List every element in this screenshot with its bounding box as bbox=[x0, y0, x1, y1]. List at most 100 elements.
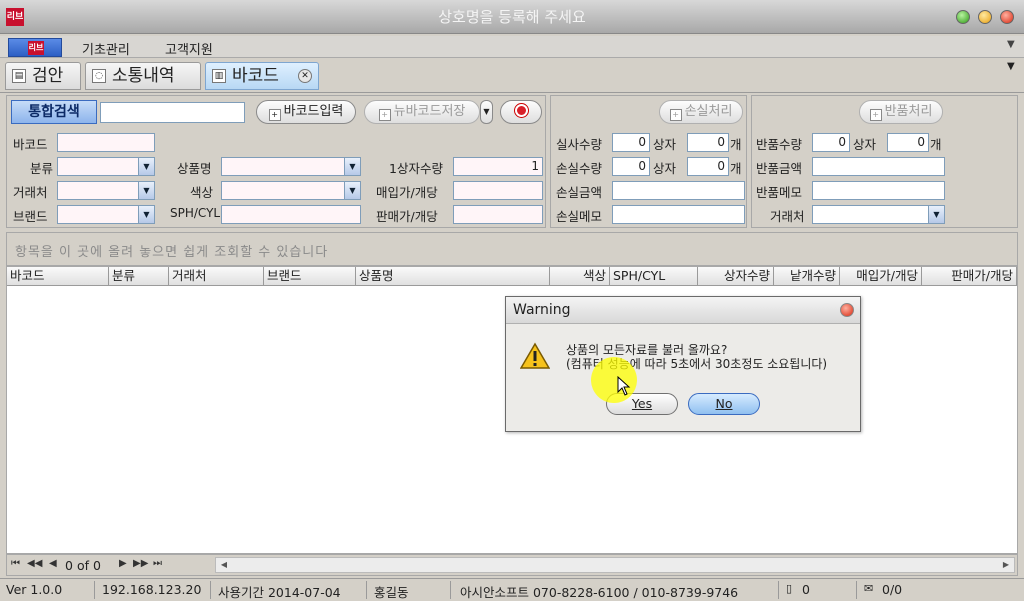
status-divider bbox=[366, 581, 367, 599]
return-qty-label: 반품수량 bbox=[756, 137, 803, 152]
column-header-sph-cyl[interactable]: SPH/CYL bbox=[610, 267, 698, 286]
page-current[interactable]: 0 bbox=[65, 558, 73, 573]
column-header-brand[interactable]: 브랜드 bbox=[264, 267, 356, 286]
brand-select[interactable]: ▼ bbox=[57, 205, 155, 224]
actual-box-field[interactable]: 0 bbox=[687, 133, 729, 152]
search-icon-button[interactable] bbox=[500, 100, 542, 124]
return-memo-field[interactable] bbox=[812, 181, 945, 200]
product-name-select[interactable]: ▼ bbox=[221, 157, 361, 176]
sale-price-field[interactable] bbox=[453, 205, 543, 224]
loss-amount-field[interactable] bbox=[612, 181, 745, 200]
loss-process-button[interactable]: + 손실처리 bbox=[659, 100, 743, 124]
sale-price-label: 판매가/개당 bbox=[376, 209, 438, 224]
tab-label: 바코드 bbox=[232, 66, 279, 86]
column-header-purchase-price[interactable]: 매입가/개당 bbox=[840, 267, 922, 286]
scroll-left-icon[interactable]: ◀ bbox=[217, 558, 231, 572]
menu-customer-support[interactable]: 고객지원 bbox=[165, 39, 213, 58]
menu-logo-button[interactable]: 리브 bbox=[8, 38, 62, 57]
warning-icon bbox=[520, 342, 550, 369]
warning-dialog: Warning 상품의 모든자료를 불러 올까요? (컴퓨터 성능에 따라 5초… bbox=[505, 296, 861, 432]
search-input[interactable] bbox=[100, 102, 245, 123]
column-header-product-name[interactable]: 상품명 bbox=[356, 267, 550, 286]
box-label: 상자 bbox=[853, 137, 877, 152]
color-select[interactable]: ▼ bbox=[221, 181, 361, 200]
column-header-category[interactable]: 분류 bbox=[109, 267, 169, 286]
maximize-button[interactable] bbox=[978, 10, 992, 24]
return-box-field[interactable]: 0 bbox=[887, 133, 929, 152]
add-icon: + bbox=[268, 109, 281, 121]
no-button[interactable]: No bbox=[688, 393, 760, 415]
add-icon: + bbox=[378, 109, 391, 121]
close-icon[interactable]: ✕ bbox=[298, 69, 312, 83]
prev-page-icon[interactable]: ◀ bbox=[49, 558, 57, 569]
loss-qty-label: 손실수량 bbox=[556, 161, 603, 176]
usage-period-text: 사용기간 2014-07-04 bbox=[218, 585, 341, 600]
next-page-fast-icon[interactable]: ▶▶ bbox=[133, 558, 148, 569]
loss-box-field[interactable]: 0 bbox=[687, 157, 729, 176]
column-header-color[interactable]: 색상 bbox=[550, 267, 610, 286]
return-qty-field[interactable]: 0 bbox=[812, 133, 850, 152]
mail-icon: ✉ bbox=[864, 582, 874, 595]
column-header-box-qty[interactable]: 상자수량 bbox=[698, 267, 774, 286]
last-page-icon[interactable]: ⏭ bbox=[153, 558, 162, 569]
menu-basic-management[interactable]: 기초관리 bbox=[82, 39, 130, 58]
column-header-barcode[interactable]: 바코드 bbox=[7, 267, 109, 286]
tab-exam[interactable]: ▤ 검안 bbox=[5, 62, 81, 90]
loss-qty-field[interactable]: 0 bbox=[612, 157, 650, 176]
column-header-unit-qty[interactable]: 낱개수량 bbox=[774, 267, 840, 286]
category-label: 분류 bbox=[30, 161, 54, 176]
dropdown-arrow-button[interactable]: ▼ bbox=[480, 100, 493, 124]
vendor-label: 거래처 bbox=[13, 185, 48, 200]
barcode-input-button[interactable]: + 바코드입력 bbox=[256, 100, 356, 124]
sph-cyl-field[interactable] bbox=[221, 205, 361, 224]
ip-address-text: 192.168.123.20 bbox=[102, 582, 202, 597]
document-icon: ▤ bbox=[12, 69, 26, 83]
purchase-price-field[interactable] bbox=[453, 181, 543, 200]
next-page-icon[interactable]: ▶ bbox=[119, 558, 127, 569]
return-vendor-select[interactable]: ▼ bbox=[812, 205, 945, 224]
scroll-right-icon[interactable]: ▶ bbox=[999, 558, 1013, 572]
purchase-price-label: 매입가/개당 bbox=[376, 185, 438, 200]
page-of-label: of bbox=[76, 558, 89, 573]
drop-zone-hint: 항목을 이 곳에 올려 놓으면 쉽게 조회할 수 있습니다 bbox=[15, 245, 329, 260]
tab-barcode[interactable]: ▥ 바코드 ✕ bbox=[205, 62, 319, 90]
box-label: 상자 bbox=[653, 161, 677, 176]
product-name-label: 상품명 bbox=[177, 161, 212, 176]
tab-communication-log[interactable]: ◌ 소통내역 bbox=[85, 62, 201, 90]
loss-memo-field[interactable] bbox=[612, 205, 745, 224]
vendor-select[interactable]: ▼ bbox=[57, 181, 155, 200]
first-page-icon[interactable]: ⏮ bbox=[11, 558, 20, 569]
barcode-field[interactable] bbox=[57, 133, 155, 152]
actual-qty-field[interactable]: 0 bbox=[612, 133, 650, 152]
return-vendor-label: 거래처 bbox=[770, 209, 805, 224]
title-bar: 리브 상호명을 등록해 주세요 bbox=[0, 0, 1024, 34]
color-label: 색상 bbox=[190, 185, 214, 200]
brand-label: 브랜드 bbox=[13, 209, 48, 224]
new-barcode-save-button[interactable]: + 뉴바코드저장 bbox=[364, 100, 480, 124]
prev-page-fast-icon[interactable]: ◀◀ bbox=[27, 558, 42, 569]
grid-pager: ⏮ ◀◀ ◀ 0 of 0 ▶ ▶▶ ⏭ ◀ ▶ bbox=[6, 554, 1018, 576]
tab-strip: ▤ 검안 ◌ 소통내역 ▥ 바코드 ✕ ▼ bbox=[0, 59, 1024, 93]
horizontal-scrollbar[interactable]: ◀ ▶ bbox=[215, 557, 1015, 573]
sph-cyl-label: SPH/CYL bbox=[170, 206, 221, 220]
column-header-sale-price[interactable]: 판매가/개당 bbox=[922, 267, 1017, 286]
chevron-down-icon[interactable]: ▼ bbox=[1007, 39, 1015, 50]
return-process-button[interactable]: + 반품처리 bbox=[859, 100, 943, 124]
window-title: 상호명을 등록해 주세요 bbox=[438, 8, 586, 26]
chevron-down-icon[interactable]: ▼ bbox=[1007, 61, 1015, 72]
integrated-search-button[interactable]: 통합검색 bbox=[11, 100, 97, 124]
close-window-button[interactable] bbox=[1000, 10, 1014, 24]
count-text: 0 bbox=[802, 582, 810, 597]
qty-per-box-label: 1상자수량 bbox=[389, 161, 443, 176]
barcode-label: 바코드 bbox=[13, 137, 48, 152]
minimize-button[interactable] bbox=[956, 10, 970, 24]
dialog-close-button[interactable] bbox=[840, 303, 854, 317]
chevron-down-icon: ▼ bbox=[138, 158, 154, 175]
category-select[interactable]: ▼ bbox=[57, 157, 155, 176]
group-by-drop-zone[interactable]: 항목을 이 곳에 올려 놓으면 쉽게 조회할 수 있습니다 bbox=[6, 232, 1018, 266]
column-header-vendor[interactable]: 거래처 bbox=[169, 267, 264, 286]
phone-icon: ▯ bbox=[786, 582, 793, 595]
qty-per-box-field[interactable]: 1 bbox=[453, 157, 543, 176]
tab-label: 소통내역 bbox=[112, 66, 175, 86]
return-amount-field[interactable] bbox=[812, 157, 945, 176]
